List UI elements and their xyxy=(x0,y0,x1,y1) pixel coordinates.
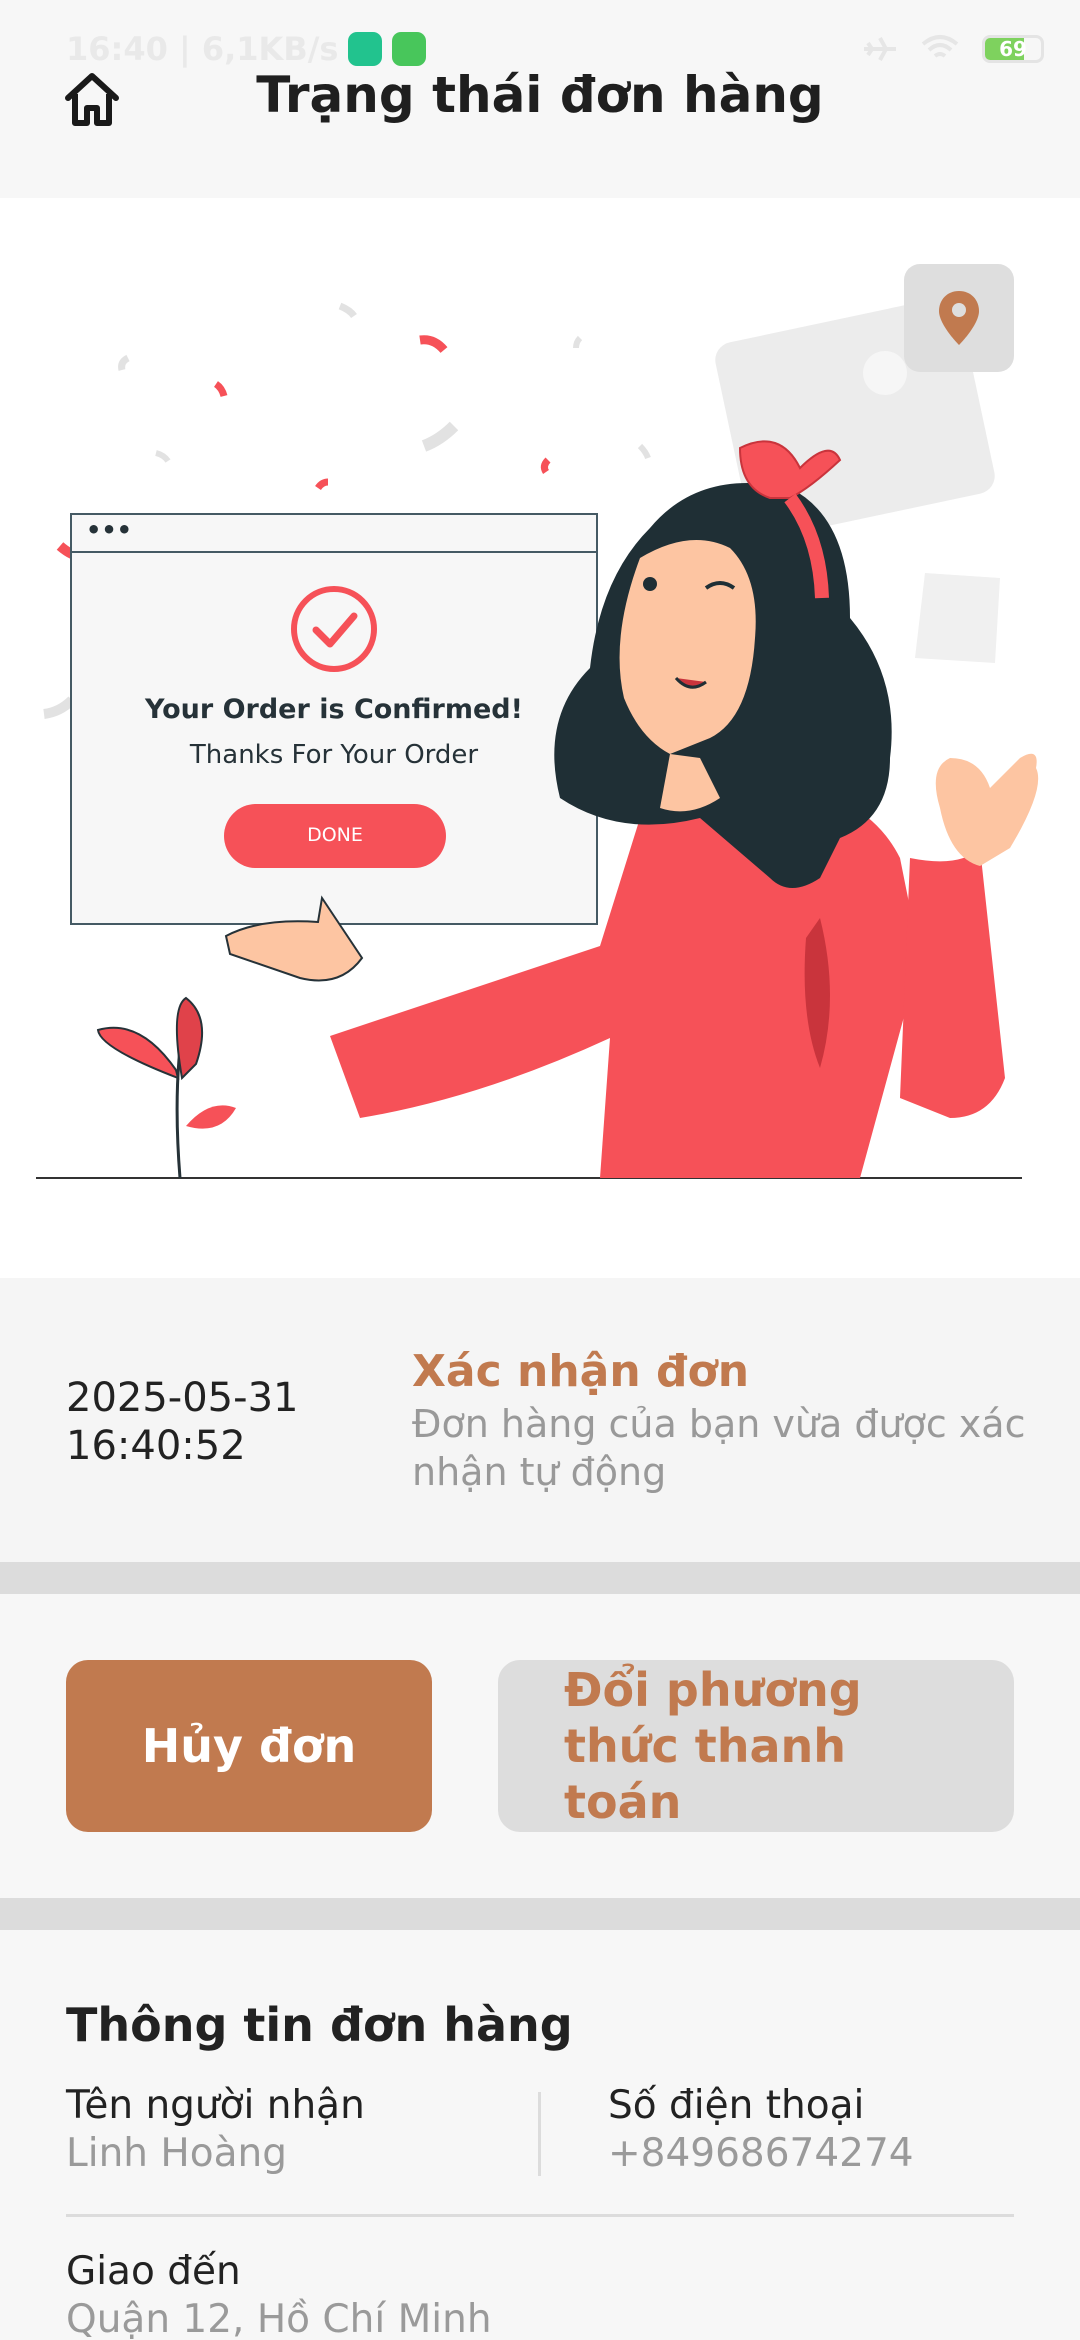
confirmed-subtitle: Thanks For Your Order xyxy=(189,740,479,770)
status-date: 2025-05-31 xyxy=(66,1375,299,1421)
section-divider xyxy=(0,1562,1080,1594)
change-payment-button[interactable]: Đổi phương thức thanh toán xyxy=(498,1660,1014,1832)
order-info-section: Thông tin đơn hàng Tên người nhận Linh H… xyxy=(0,1930,1080,2340)
phone-field: Số điện thoại +84968674274 xyxy=(608,2082,914,2178)
map-button[interactable] xyxy=(904,264,1014,372)
woman-arm xyxy=(900,848,1005,1118)
header: Trạng thái đơn hàng xyxy=(0,50,1080,150)
confetti xyxy=(155,450,171,463)
confetti xyxy=(118,354,130,371)
plant-leaf xyxy=(96,1026,180,1080)
confetti xyxy=(43,696,76,719)
done-label: DONE xyxy=(307,824,363,846)
location-pin-icon xyxy=(939,291,979,345)
woman-eye xyxy=(643,577,657,591)
plant-leaf xyxy=(186,1105,236,1129)
field-divider xyxy=(538,2092,541,2176)
status-title: Xác nhận đơn xyxy=(412,1346,750,1397)
confetti xyxy=(573,335,583,349)
status-time: 16:40:52 xyxy=(66,1423,246,1469)
order-confirmed-illustration: ••• Your Order is Confirmed! Thanks For … xyxy=(0,198,1080,1278)
order-info-title: Thông tin đơn hàng xyxy=(66,1998,573,2052)
confetti xyxy=(315,478,329,491)
recipient-field: Tên người nhận Linh Hoàng xyxy=(66,2082,365,2178)
address-field: Giao đến Quận 12, Hồ Chí Minh xyxy=(66,2248,492,2340)
status-datetime: 2025-05-31 16:40:52 xyxy=(66,1374,298,1470)
confetti xyxy=(540,457,551,474)
address-label: Giao đến xyxy=(66,2249,241,2294)
confetti xyxy=(419,335,448,354)
confirmed-title: Your Order is Confirmed! xyxy=(145,694,523,725)
address-value: Quận 12, Hồ Chí Minh xyxy=(66,2297,492,2340)
window-dots: ••• xyxy=(86,516,133,544)
order-status-row: 2025-05-31 16:40:52 Xác nhận đơn Đơn hàn… xyxy=(0,1278,1080,1562)
phone-value: +84968674274 xyxy=(608,2131,914,2176)
confetti xyxy=(338,302,357,319)
confetti xyxy=(213,381,228,397)
woman-ok-hand xyxy=(935,753,1039,866)
cancel-order-button[interactable]: Hủy đơn xyxy=(66,1660,432,1832)
status-description: Đơn hàng của bạn vừa được xác nhận tự độ… xyxy=(412,1402,1026,1494)
recipient-value: Linh Hoàng xyxy=(66,2131,287,2176)
page-title: Trạng thái đơn hàng xyxy=(256,66,824,124)
row-divider xyxy=(66,2214,1014,2217)
order-actions: Hủy đơn Đổi phương thức thanh toán xyxy=(0,1594,1080,1898)
phone-label: Số điện thoại xyxy=(608,2083,865,2128)
decor-bag-shape xyxy=(915,573,1000,663)
confetti xyxy=(421,421,459,452)
confetti xyxy=(637,443,651,460)
decor-check-circle xyxy=(863,351,907,395)
recipient-label: Tên người nhận xyxy=(66,2083,365,2128)
section-divider xyxy=(0,1898,1080,1930)
plant-leaf xyxy=(175,996,203,1081)
